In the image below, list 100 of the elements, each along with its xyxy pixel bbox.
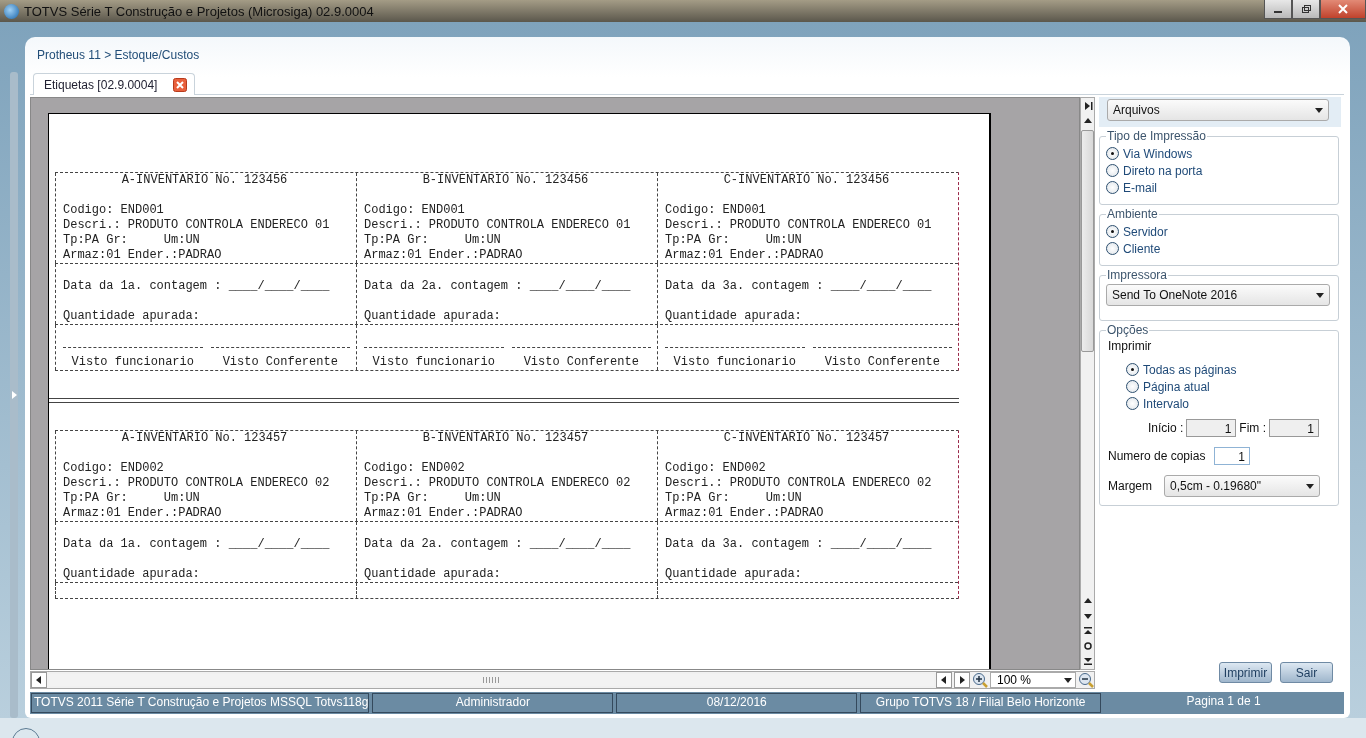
label-title: B-INVENTARIO No. 123456 xyxy=(421,173,590,188)
end-label: Fim : xyxy=(1239,421,1267,435)
scroll-thumb[interactable] xyxy=(1081,130,1094,352)
print-button[interactable]: Imprimir xyxy=(1219,662,1272,683)
radio-option[interactable]: Via Windows xyxy=(1106,145,1330,162)
page-circle-icon[interactable] xyxy=(1081,640,1094,652)
label-field: Tp:PA Gr: Um:UN xyxy=(665,491,958,506)
group-legend: Impressora xyxy=(1106,268,1169,282)
breadcrumb: Protheus 11 > Estoque/Custos xyxy=(36,47,201,64)
radio-option[interactable]: Servidor xyxy=(1106,223,1330,240)
radio-option[interactable]: Cliente xyxy=(1106,240,1330,257)
label-field: Armaz:01 Ender.:PADRAO xyxy=(63,506,356,521)
radio-button[interactable] xyxy=(1106,225,1119,238)
group-legend: Opções xyxy=(1106,323,1150,337)
margin-dropdown[interactable]: 0,5cm - 0.19680" xyxy=(1164,475,1320,497)
radio-button[interactable] xyxy=(1106,181,1119,194)
quantity-label: Quantidade apurada: xyxy=(364,309,502,324)
label-field: Codigo: END002 xyxy=(665,461,958,476)
restore-icon xyxy=(1301,4,1311,14)
label-field: Codigo: END001 xyxy=(364,203,657,218)
label-title: B-INVENTARIO No. 123457 xyxy=(421,431,590,446)
exit-button[interactable]: Sair xyxy=(1280,662,1333,683)
close-button[interactable] xyxy=(1320,0,1366,19)
count-date-line: Data da 2a. contagem : ____/____/____ xyxy=(364,279,632,294)
printer-dropdown[interactable]: Send To OneNote 2016 xyxy=(1106,284,1330,306)
quantity-label: Quantidade apurada: xyxy=(63,309,201,324)
file-dropdown[interactable]: Arquivos xyxy=(1107,99,1329,121)
first-page-icon[interactable] xyxy=(1081,625,1094,637)
count-date-line: Data da 1a. contagem : ____/____/____ xyxy=(63,279,331,294)
print-label: Imprimir xyxy=(1107,339,1153,355)
label-field: Armaz:01 Ender.:PADRAO xyxy=(665,248,958,263)
minimize-button[interactable] xyxy=(1264,0,1292,19)
label-field: Tp:PA Gr: Um:UN xyxy=(364,491,657,506)
radio-button[interactable] xyxy=(1106,147,1119,160)
window-title: TOTVS Série T Construção e Projetos (Microsiga) 02.9.0004 xyxy=(24,3,375,19)
label-field: Tp:PA Gr: Um:UN xyxy=(665,233,958,248)
label-field: Codigo: END001 xyxy=(63,203,356,218)
radio-option[interactable]: Todas as páginas xyxy=(1106,361,1330,378)
label-field: Descri.: PRODUTO CONTROLA ENDERECO 01 xyxy=(665,218,958,233)
label-title: C-INVENTARIO No. 123457 xyxy=(722,431,891,446)
label-title: A-INVENTARIO No. 123456 xyxy=(120,173,289,188)
group-legend: Ambiente xyxy=(1106,207,1159,221)
label-field: Descri.: PRODUTO CONTROLA ENDERECO 02 xyxy=(665,476,958,491)
label-field: Armaz:01 Ender.:PADRAO xyxy=(665,506,958,521)
radio-option[interactable]: E-mail xyxy=(1106,179,1330,196)
vertical-scrollbar[interactable] xyxy=(1080,97,1095,670)
zoom-out-icon[interactable] xyxy=(1078,672,1094,688)
label-field: Armaz:01 Ender.:PADRAO xyxy=(63,248,356,263)
status-field: Grupo TOTVS 18 / Filial Belo Horizonte xyxy=(860,693,1102,713)
copies-label: Numero de copias xyxy=(1108,449,1206,463)
count-date-line: Data da 3a. contagem : ____/____/____ xyxy=(665,279,933,294)
radio-button[interactable] xyxy=(1106,242,1119,255)
status-field: Pagina 1 de 1 xyxy=(1104,693,1344,713)
label-field: Armaz:01 Ender.:PADRAO xyxy=(364,506,657,521)
label-title: C-INVENTARIO No. 123456 xyxy=(722,173,891,188)
close-icon xyxy=(1338,4,1348,14)
last-page-icon[interactable] xyxy=(1081,655,1094,667)
scroll-right-icon[interactable] xyxy=(954,672,970,688)
label-field: Armaz:01 Ender.:PADRAO xyxy=(364,248,657,263)
group-legend: Tipo de Impressão xyxy=(1106,129,1207,143)
start-label: Início : xyxy=(1148,421,1184,435)
start-page-field[interactable]: 1 xyxy=(1186,419,1237,437)
label-field: Codigo: END002 xyxy=(364,461,657,476)
label-field: Codigo: END001 xyxy=(665,203,958,218)
close-tab-icon[interactable] xyxy=(173,77,188,92)
radio-button[interactable] xyxy=(1126,363,1139,376)
margin-label: Margem xyxy=(1108,479,1152,493)
status-field: TOTVS 2011 Série T Construção e Projetos MSSQL Totvs118g xyxy=(31,693,370,713)
quantity-label: Quantidade apurada: xyxy=(665,309,803,324)
end-page-field[interactable]: 1 xyxy=(1269,419,1320,437)
radio-button[interactable] xyxy=(1126,380,1139,393)
minimize-icon xyxy=(1274,11,1282,13)
label-field: Descri.: PRODUTO CONTROLA ENDERECO 02 xyxy=(364,476,657,491)
copies-field[interactable]: 1 xyxy=(1214,447,1250,465)
count-date-line: Data da 3a. contagem : ____/____/____ xyxy=(665,537,933,552)
radio-option[interactable]: Direto na porta xyxy=(1106,162,1330,179)
radio-button[interactable] xyxy=(1126,397,1139,410)
scroll-left-icon[interactable] xyxy=(936,672,952,688)
zoom-in-icon[interactable] xyxy=(972,672,988,688)
quantity-label: Quantidade apurada: xyxy=(63,567,201,582)
signature-line: Visto funcionario xyxy=(665,347,805,370)
label-field: Tp:PA Gr: Um:UN xyxy=(63,491,356,506)
radio-option[interactable]: Página atual xyxy=(1106,378,1330,395)
app-logo-icon xyxy=(4,3,19,19)
signature-line: Visto Conferente xyxy=(511,347,651,370)
signature-line: Visto funcionario xyxy=(364,347,504,370)
radio-button[interactable] xyxy=(1106,164,1119,177)
radio-option[interactable]: Intervalo xyxy=(1106,395,1330,412)
quantity-label: Quantidade apurada: xyxy=(364,567,502,582)
label-field: Descri.: PRODUTO CONTROLA ENDERECO 01 xyxy=(364,218,657,233)
count-date-line: Data da 1a. contagem : ____/____/____ xyxy=(63,537,331,552)
count-date-line: Data da 2a. contagem : ____/____/____ xyxy=(364,537,632,552)
restore-button[interactable] xyxy=(1292,0,1320,19)
zoom-dropdown[interactable]: 100 % xyxy=(990,672,1076,688)
quantity-label: Quantidade apurada: xyxy=(665,567,803,582)
status-field: 08/12/2016 xyxy=(616,693,858,713)
scroll-left-icon[interactable] xyxy=(31,672,47,688)
label-field: Tp:PA Gr: Um:UN xyxy=(63,233,356,248)
signature-line: Visto funcionario xyxy=(63,347,203,370)
tab[interactable]: Etiquetas [02.9.0004] xyxy=(33,73,196,95)
